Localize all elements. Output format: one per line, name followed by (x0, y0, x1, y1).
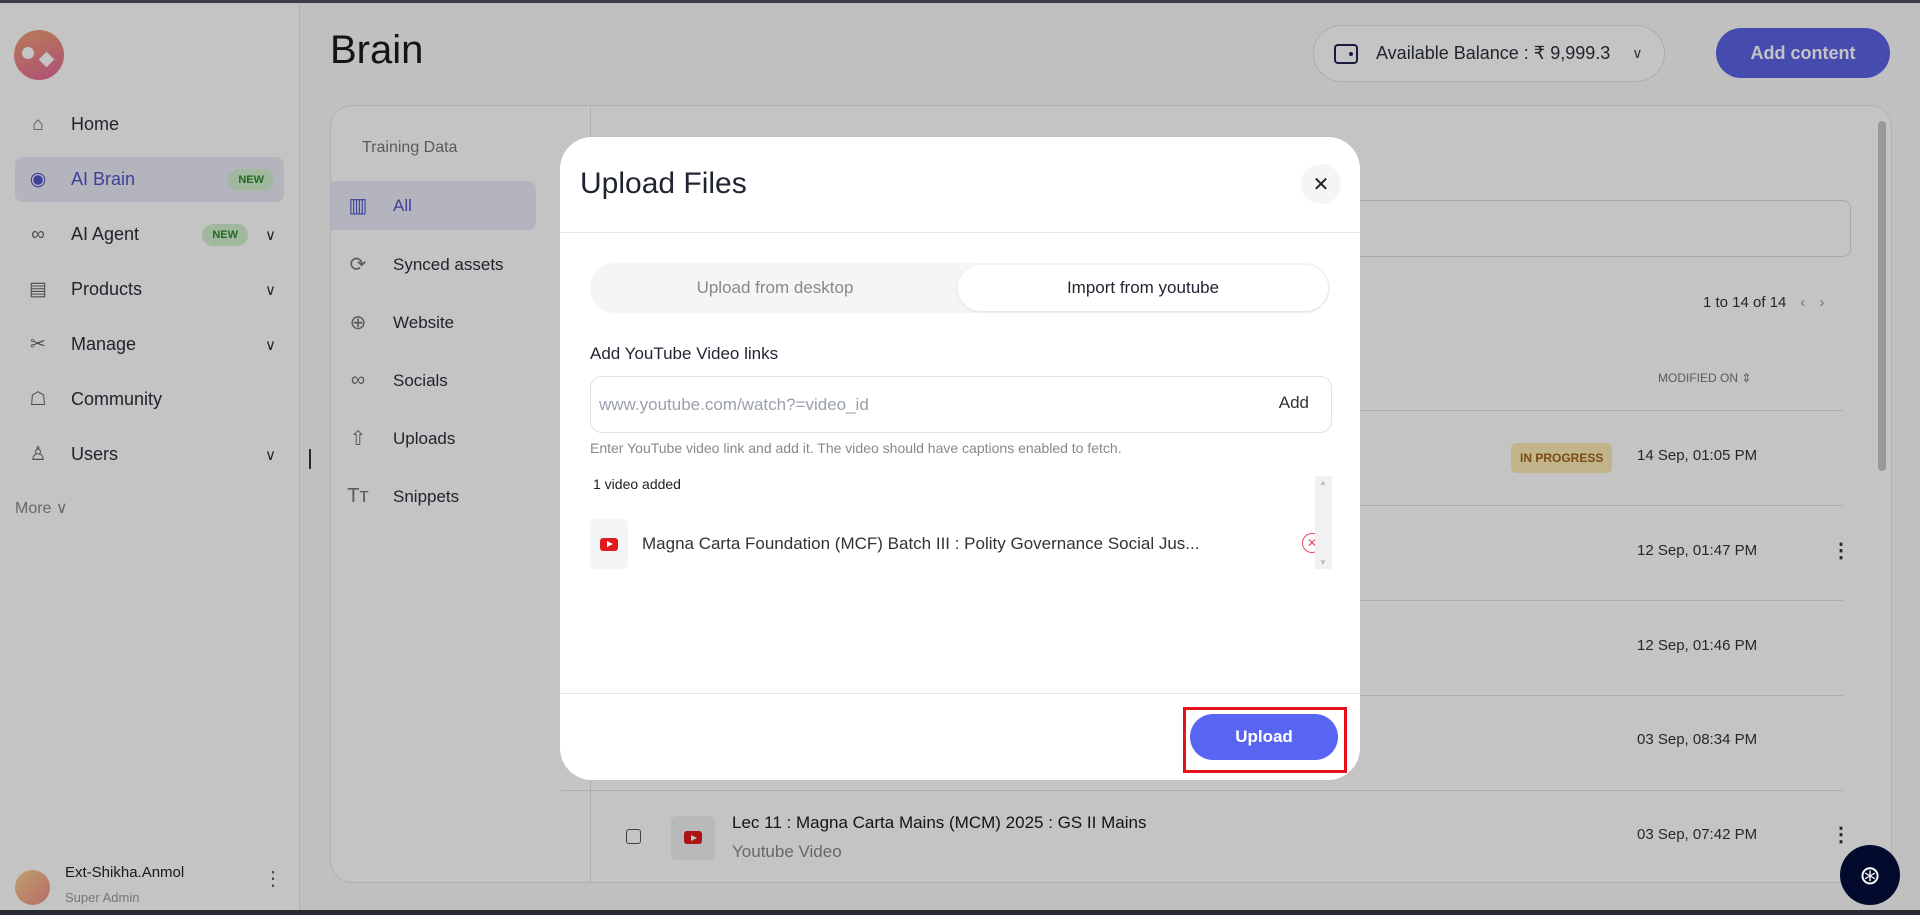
video-title: Magna Carta Foundation (MCF) Batch III :… (642, 534, 1200, 553)
tab-upload-from-desktop[interactable]: Upload from desktop (590, 265, 960, 311)
close-button[interactable]: ✕ (1301, 164, 1341, 204)
upload-source-tabs: Upload from desktop Import from youtube (590, 263, 1330, 313)
modal-title: Upload Files (580, 167, 747, 200)
video-list-item: Magna Carta Foundation (MCF) Batch III :… (590, 519, 1330, 569)
youtube-links-label: Add YouTube Video links (590, 344, 779, 363)
youtube-link-field: Add (590, 376, 1332, 433)
video-count: 1 video added (593, 476, 681, 492)
chat-widget-button[interactable]: ⊛ (1840, 845, 1900, 905)
youtube-icon (600, 537, 618, 551)
add-link-button[interactable]: Add (1279, 393, 1309, 413)
youtube-thumbnail (590, 519, 628, 569)
upload-files-modal: Upload Files ✕ Upload from desktop Impor… (560, 137, 1360, 780)
upload-button[interactable]: Upload (1190, 714, 1338, 760)
youtube-link-input[interactable] (599, 377, 1219, 432)
window-bottom-border (0, 910, 1920, 915)
helper-text: Enter YouTube video link and add it. The… (590, 440, 1122, 456)
divider (560, 232, 1360, 233)
tab-import-from-youtube[interactable]: Import from youtube (958, 265, 1328, 311)
divider (560, 693, 1360, 694)
globe-icon: ⊛ (1859, 859, 1881, 890)
video-list-scrollbar[interactable] (1315, 476, 1332, 569)
